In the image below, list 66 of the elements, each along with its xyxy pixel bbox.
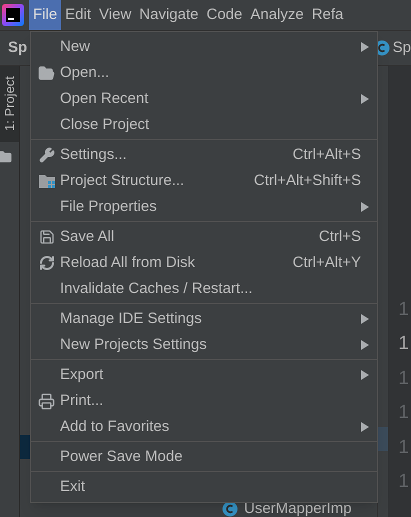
menu-item-label: Open Recent: [60, 88, 148, 109]
shortcut-label: Ctrl+Alt+Y: [292, 252, 361, 273]
selection-marker: [378, 427, 388, 451]
menu-bar-item[interactable]: File: [29, 0, 62, 30]
tab-label[interactable]: Sp: [8, 36, 28, 60]
menu-bar-item[interactable]: Code: [202, 0, 246, 30]
menu-item-label: Power Save Mode: [60, 446, 183, 467]
menu-bar-item[interactable]: Navigate: [135, 0, 202, 30]
menu-item-label: Exit: [60, 476, 86, 497]
menu-item-label: File Properties: [60, 196, 157, 217]
menu-item-label: New: [60, 36, 90, 57]
menu-item[interactable]: Settings... Ctrl+Alt+S: [31, 142, 377, 168]
shortcut-label: Ctrl+Alt+S: [292, 144, 361, 165]
submenu-arrow-icon: [361, 370, 369, 380]
menu-item[interactable]: Reload All from Disk Ctrl+Alt+Y: [31, 250, 377, 276]
folder-icon: [38, 64, 55, 82]
menu-item-label: Close Project: [60, 114, 150, 135]
submenu-arrow-icon: [361, 422, 369, 432]
folder-icon[interactable]: [0, 150, 12, 164]
project-tool-tab[interactable]: 1: Project: [0, 66, 19, 142]
menu-item-label: Reload All from Disk: [60, 252, 196, 273]
menu-item[interactable]: Power Save Mode: [31, 444, 377, 470]
submenu-arrow-icon: [361, 340, 369, 350]
menu-item[interactable]: Close Project: [31, 112, 377, 138]
menu-item[interactable]: Add to Favorites: [31, 414, 377, 440]
line-number: 1: [398, 332, 410, 356]
tab-label[interactable]: Sp: [392, 36, 411, 60]
menu-item-label: Manage IDE Settings: [60, 308, 202, 329]
project-structure-icon: [38, 174, 54, 188]
menu-item[interactable]: Manage IDE Settings: [31, 306, 377, 332]
reload-icon: [38, 255, 54, 271]
menu-item-label: Add to Favorites: [60, 416, 170, 437]
shortcut-label: Ctrl+Alt+Shift+S: [254, 170, 361, 191]
menu-item[interactable]: Exit: [31, 474, 377, 500]
menu-item-label: Save All: [60, 226, 114, 247]
app-logo-icon: [2, 4, 24, 26]
printer-icon: [38, 392, 55, 410]
menu-item[interactable]: Invalidate Caches / Restart...: [31, 276, 377, 302]
menu-bar-item[interactable]: Analyze: [246, 0, 308, 30]
submenu-arrow-icon: [361, 94, 369, 104]
tree-item[interactable]: UserMapperImp: [244, 501, 352, 517]
menu-item[interactable]: File Properties: [31, 194, 377, 220]
menu-item[interactable]: Print...: [31, 388, 377, 414]
menu-bar-item[interactable]: Refa: [308, 0, 348, 30]
shortcut-label: Ctrl+S: [318, 226, 361, 247]
wrench-icon: [38, 147, 54, 163]
menu-item-label: Print...: [60, 390, 104, 411]
menu-item[interactable]: New: [31, 34, 377, 60]
save-icon: [38, 229, 54, 245]
menu-bar-item[interactable]: View: [95, 0, 136, 30]
menu-item[interactable]: New Projects Settings: [31, 332, 377, 358]
menu-item-label: Open...: [60, 62, 110, 83]
menu-bar-item[interactable]: Edit: [61, 0, 96, 30]
menu-item[interactable]: Project Structure... Ctrl+Alt+Shift+S: [31, 168, 377, 194]
submenu-arrow-icon: [361, 42, 369, 52]
submenu-arrow-icon: [361, 314, 369, 324]
menu-item-label: Project Structure...: [60, 170, 184, 191]
menu-item-label: Export: [60, 364, 104, 385]
submenu-arrow-icon: [361, 202, 369, 212]
menu-item[interactable]: Export: [31, 362, 377, 388]
menu-item[interactable]: Open Recent: [31, 86, 377, 112]
menu-item-label: New Projects Settings: [60, 334, 207, 355]
menu-item[interactable]: Save All Ctrl+S: [31, 224, 377, 250]
menu-item-label: Invalidate Caches / Restart...: [60, 278, 253, 299]
menu-item-label: Settings...: [60, 144, 127, 165]
menu-item[interactable]: Open...: [31, 60, 377, 86]
